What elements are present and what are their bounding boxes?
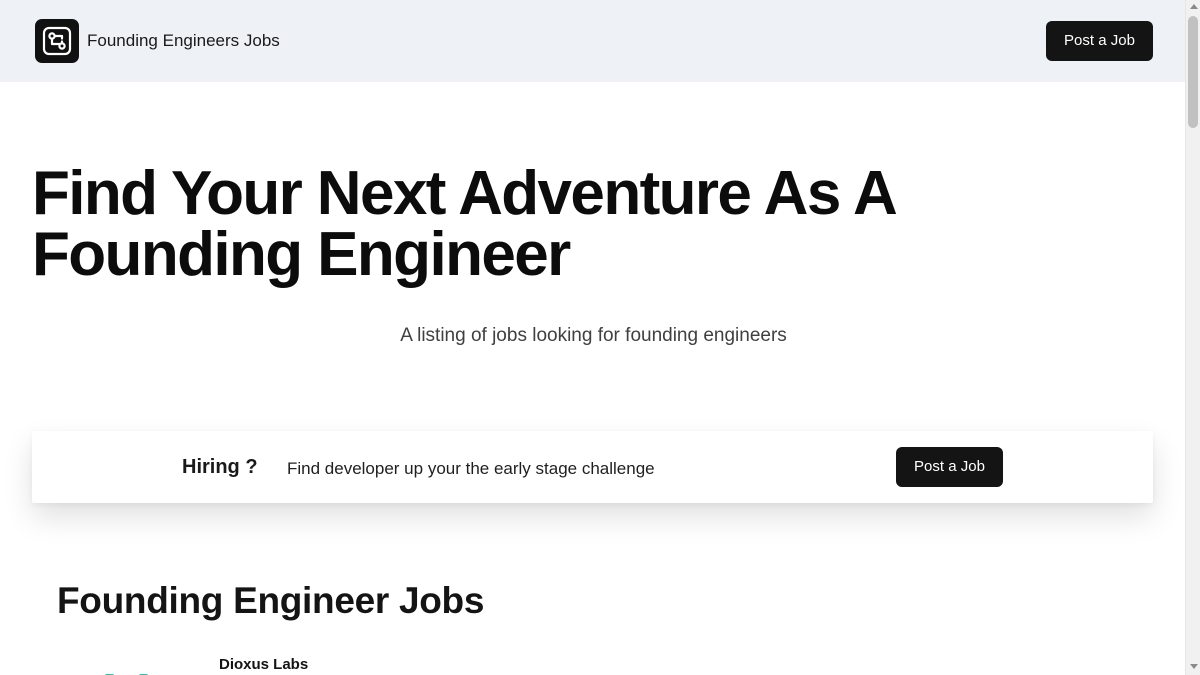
hero-subtitle: A listing of jobs looking for founding e… <box>400 325 787 346</box>
site-header: Founding Engineers Jobs Post a Job <box>0 0 1185 82</box>
job-company-name[interactable]: Dioxus Labs <box>219 656 308 673</box>
company-logo-icon <box>103 670 151 675</box>
vertical-scrollbar[interactable] <box>1185 0 1200 675</box>
post-job-button[interactable]: Post a Job <box>1046 21 1153 61</box>
hiring-title: Hiring ? <box>182 456 258 478</box>
hiring-banner: Hiring ? Find developer up your the earl… <box>32 431 1153 503</box>
scroll-up-arrow-icon[interactable] <box>1190 4 1198 9</box>
scrollbar-thumb[interactable] <box>1188 16 1198 128</box>
site-brand-name[interactable]: Founding Engineers Jobs <box>87 31 280 51</box>
hero-title: Find Your Next Adventure As A Founding E… <box>32 159 896 289</box>
page: Founding Engineers Jobs Post a Job Find … <box>0 0 1185 675</box>
jobs-heading: Founding Engineer Jobs <box>57 580 485 621</box>
scroll-down-arrow-icon[interactable] <box>1190 664 1198 669</box>
circuit-logo-icon[interactable] <box>35 19 79 63</box>
hiring-text: Find developer up your the early stage c… <box>287 459 655 478</box>
banner-post-job-button[interactable]: Post a Job <box>896 447 1003 487</box>
